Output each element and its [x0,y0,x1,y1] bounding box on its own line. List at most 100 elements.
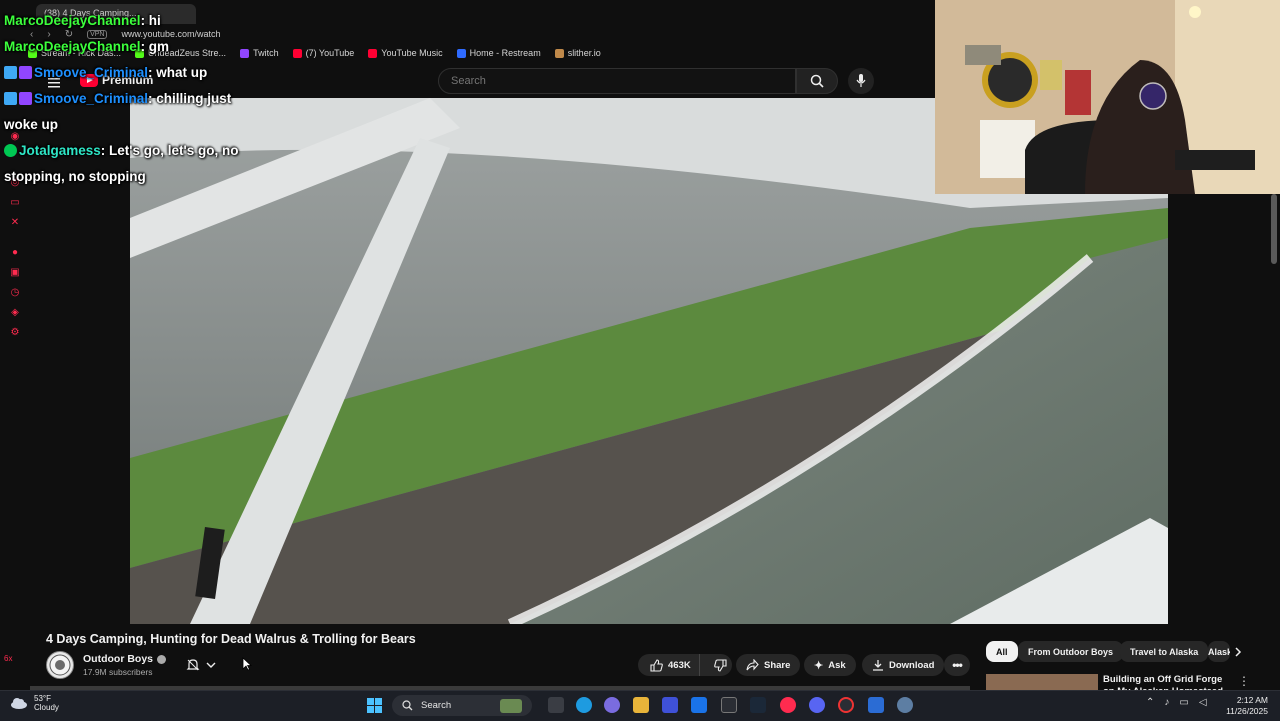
volume-icon[interactable]: ◁ [1199,697,1207,708]
sidebar-counter: 6x [4,654,13,663]
bell-icon [186,659,200,671]
bookmark-label: YouTube Music [381,48,443,58]
ask-label: Ask [828,659,846,671]
windows-start-icon[interactable] [367,698,382,718]
sidebar-x-icon[interactable]: ✕ [9,216,21,228]
chat-badge-icon [4,144,17,157]
search-icon [810,74,824,88]
sidebar-chat-icon[interactable]: ▭ [9,196,21,208]
bookmark-favicon-icon [292,48,302,58]
chip-travel-to-alaska[interactable]: Travel to Alaska [1120,641,1209,662]
page-scrollbar[interactable] [1271,194,1277,264]
sidebar-tag-icon[interactable]: ◈ [9,306,21,318]
chat-text: : gm [140,39,170,54]
verified-icon [157,654,166,664]
channel-avatar[interactable] [46,651,74,679]
mic-icon [856,74,866,87]
ask-button[interactable]: ✦ Ask [804,654,856,676]
channel-info: Outdoor Boys 17.9M subscribers [46,651,166,679]
video-title: 4 Days Camping, Hunting for Dead Walrus … [46,632,416,646]
taskbar-search[interactable]: Search [392,695,532,716]
bookmark-favicon-icon [456,48,466,58]
store-icon[interactable] [662,697,678,713]
voice-search-button[interactable] [848,68,874,94]
subscription-bell-button[interactable] [178,654,224,676]
thumbs-up-icon [650,658,663,672]
chat-message: Jotalgamess: Let's go, let's go, no stop… [4,138,264,190]
task-view-icon[interactable] [548,697,564,713]
bookmark-label: slither.io [567,48,601,58]
chat-message: MarcoDeejayChannel: gm [4,34,264,60]
search-input[interactable] [438,68,796,94]
recommended-thumbnail[interactable] [986,674,1098,690]
chevron-up-icon[interactable]: ⌃ [1146,697,1154,708]
weather-temperature: 53°F [34,694,51,703]
download-button[interactable]: Download [862,654,945,676]
dislike-button[interactable] [705,654,737,676]
chat-badge-icon [19,66,32,79]
more-actions-button[interactable]: ••• [944,654,970,676]
settings-icon[interactable] [897,697,913,713]
sidebar-record-icon[interactable]: ● [9,246,21,258]
download-label: Download [889,659,935,671]
webcam-overlay [935,0,1280,194]
bookmark-item[interactable]: Home - Restream [456,46,541,60]
chat-badge-icon [4,92,17,105]
bookmark-item[interactable]: YouTube Music [368,46,443,60]
network-icon[interactable]: ▭ [1179,697,1188,708]
share-label: Share [764,659,791,671]
chevron-down-icon [206,662,216,668]
like-button[interactable]: 463K [638,654,700,676]
bookmark-label: (7) YouTube [305,48,355,58]
bookmark-label: Home - Restream [469,48,541,58]
file-explorer-icon[interactable] [633,697,649,713]
edge-icon[interactable] [576,697,592,713]
chat-username: Smoove_Criminal [34,91,149,106]
chat-badge-icon [19,92,32,105]
bookmark-item[interactable]: slither.io [554,46,601,60]
chat-message: Smoove_Criminal: chilling just woke up [4,86,264,138]
mouse-cursor-icon [242,657,253,676]
chat-username: Smoove_Criminal [34,65,149,80]
discord-icon[interactable] [809,697,825,713]
chip-from-outdoor-boys[interactable]: From Outdoor Boys [1018,641,1123,662]
search-highlight-icon [500,698,522,713]
taskbar-clock[interactable]: 2:12 AM 11/26/2025 [1222,695,1268,717]
subscriber-count: 17.9M subscribers [83,667,153,677]
recommended-video[interactable]: Building an Off Grid Forge on My Alaskan… [986,672,1246,690]
chip-all[interactable]: All [986,641,1018,662]
mail-icon[interactable] [691,697,707,713]
weather-condition: Cloudy [34,703,59,712]
x-app-icon[interactable] [721,697,737,713]
copilot-icon[interactable] [604,697,620,713]
weather-widget[interactable]: 53°F Cloudy [10,694,59,712]
like-count: 463K [668,659,691,671]
twitch-sidebar: ◉ ◎ ▭ ✕ ● ▣ ◷ ◈ ⚙ [0,120,30,680]
chat-message: MarcoDeejayChannel: hi [4,8,264,34]
chrome-icon[interactable] [838,697,854,713]
steam-icon[interactable] [750,697,766,713]
player-sidebar-bg [1168,194,1268,624]
chip-alaska[interactable]: Alaska [1208,641,1230,662]
mic-tray-icon[interactable]: ♪ [1164,697,1169,708]
chevron-right-icon[interactable] [1230,644,1246,660]
thumbs-down-icon [713,658,727,672]
sidebar-settings-icon[interactable]: ⚙ [9,326,21,338]
more-vertical-icon[interactable]: ⋮ [1238,674,1246,688]
streaming-app-icon[interactable] [780,697,796,713]
stream-chat-overlay: MarcoDeejayChannel: hi MarcoDeejayChannel… [4,8,264,190]
search-button[interactable] [796,68,838,94]
bookmark-item[interactable]: (7) YouTube [292,46,355,60]
chat-text: : hi [140,13,161,28]
chat-username: MarcoDeejayChannel [4,13,141,28]
share-button[interactable]: Share [736,654,801,676]
cloud-icon [11,698,27,709]
window-app-icon[interactable] [868,697,884,713]
sidebar-clip-icon[interactable]: ▣ [9,266,21,278]
chat-badge-icon [4,66,17,79]
webcam-feed [935,0,1280,194]
channel-name[interactable]: Outdoor Boys [83,653,153,665]
sidebar-clock-icon[interactable]: ◷ [9,286,21,298]
bookmark-favicon-icon [554,48,564,58]
recommended-title[interactable]: Building an Off Grid Forge on My Alaskan… [1103,674,1235,690]
